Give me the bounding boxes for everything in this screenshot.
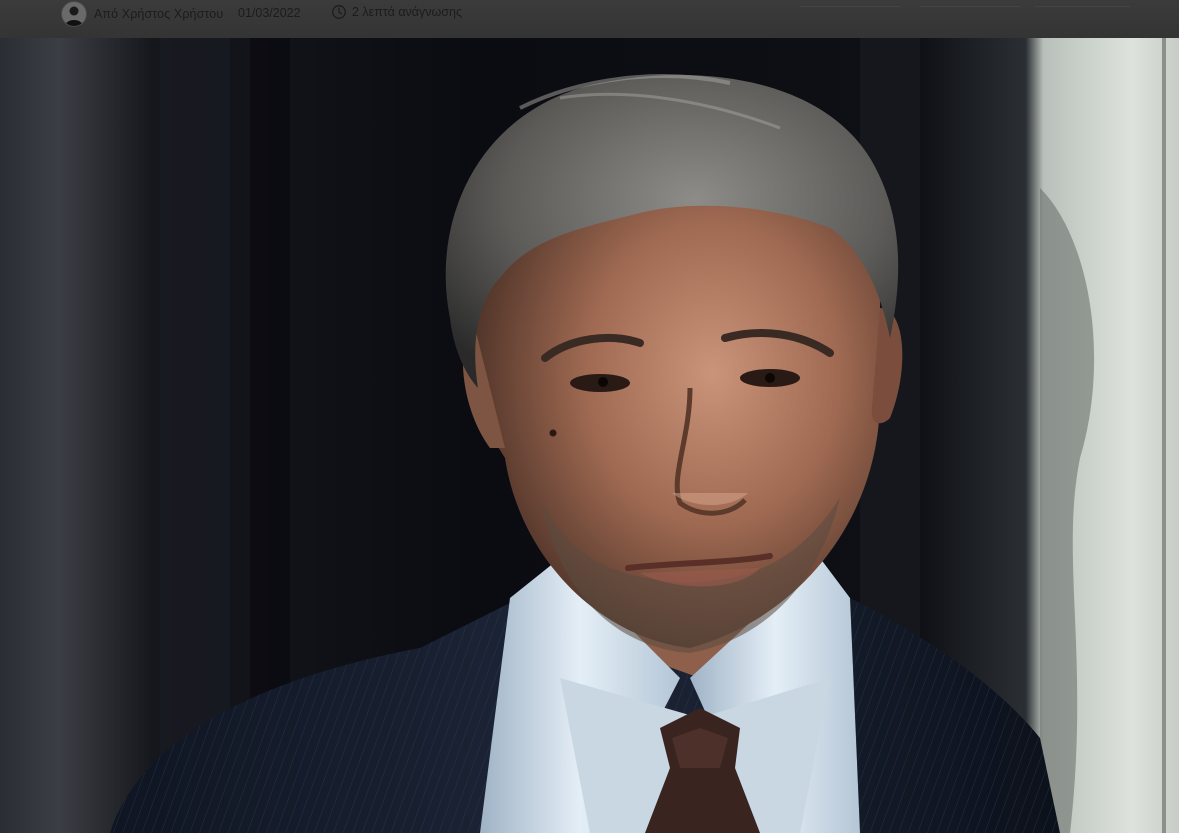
avatar-person-icon [62, 2, 86, 26]
faded-divider [1035, 6, 1130, 7]
faded-divider [800, 6, 900, 7]
reading-time: 2 λεπτά ανάγνωσης [331, 4, 462, 20]
author-avatar[interactable] [62, 2, 86, 26]
author-block[interactable]: Από Χρήστος Χρήστου [62, 2, 223, 26]
clock-icon [332, 5, 346, 19]
faded-divider [920, 6, 1020, 7]
portrait-photo [0, 38, 1179, 833]
reading-time-label: 2 λεπτά ανάγνωσης [352, 5, 462, 19]
featured-image[interactable] [0, 38, 1179, 833]
publish-date: 01/03/2022 [238, 6, 301, 20]
article-meta-bar: Από Χρήστος Χρήστου 01/03/2022 2 λεπτά α… [0, 0, 1179, 38]
author-name[interactable]: Από Χρήστος Χρήστου [94, 7, 223, 21]
